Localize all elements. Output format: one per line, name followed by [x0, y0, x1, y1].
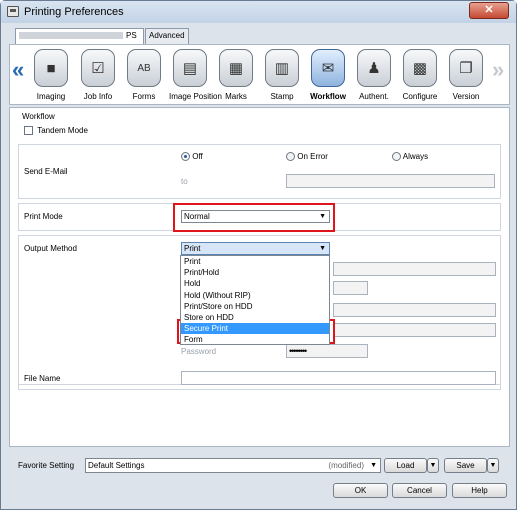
- marks-icon: ▦: [219, 49, 253, 87]
- scroll-right-icon[interactable]: »: [492, 59, 504, 81]
- toolbar-item-label: Workflow: [310, 92, 346, 101]
- file-name-group: File Name: [18, 365, 501, 390]
- workflow-icon: ✉: [311, 49, 345, 87]
- toolbar-item-label: Configure: [402, 92, 438, 101]
- favorite-setting-select[interactable]: Default Settings (modified) ▼: [85, 458, 381, 473]
- email-to-field[interactable]: [286, 174, 495, 188]
- file-name-input[interactable]: [181, 371, 496, 385]
- forms-icon: AB: [127, 49, 161, 87]
- toolbar-item-forms[interactable]: AB Forms: [123, 49, 165, 101]
- cancel-button[interactable]: Cancel: [392, 483, 447, 498]
- toolbar-item-label: Version: [452, 92, 480, 101]
- toolbar-item-workflow[interactable]: ✉ Workflow: [307, 49, 349, 101]
- toolbar-item-version[interactable]: ❐ Version: [445, 49, 487, 101]
- radio-always[interactable]: Always: [392, 152, 429, 162]
- list-item[interactable]: Hold (Without RIP): [181, 290, 329, 301]
- list-item[interactable]: Print: [181, 256, 329, 267]
- footer: Favorite Setting Default Settings (modif…: [1, 449, 516, 509]
- printing-preferences-window: Printing Preferences ✕ PS Advanced « » ■…: [0, 0, 517, 510]
- toolbar-item-label: Image Position: [169, 92, 222, 101]
- favorite-setting-label: Favorite Setting: [18, 461, 75, 470]
- tab-ps-label: PS: [126, 31, 137, 40]
- toolbar-item-image-position[interactable]: ▤ Image Position: [169, 49, 222, 101]
- radio-off-button[interactable]: [181, 152, 190, 162]
- send-email-group: Send E-Mail Off On Error Always to: [18, 144, 501, 199]
- tandem-mode-checkbox[interactable]: Tandem Mode: [24, 126, 88, 136]
- output-method-dropdown-list: Print Print/Hold Hold Hold (Without RIP)…: [180, 255, 330, 345]
- list-item[interactable]: Hold: [181, 278, 329, 289]
- list-item[interactable]: Print/Store on HDD: [181, 301, 329, 312]
- ok-button[interactable]: OK: [333, 483, 388, 498]
- toolbar-item-label: Stamp: [270, 92, 294, 101]
- radio-off[interactable]: Off: [181, 152, 203, 162]
- print-mode-highlight-box: [173, 203, 335, 232]
- toolbar-item-label: Imaging: [36, 92, 66, 101]
- tab-ps[interactable]: PS: [15, 28, 144, 45]
- tandem-mode-label: Tandem Mode: [37, 126, 88, 135]
- list-item[interactable]: Print/Hold: [181, 267, 329, 278]
- radio-always-label: Always: [402, 152, 429, 161]
- modified-indicator: (modified): [328, 461, 364, 470]
- radio-off-label: Off: [192, 152, 203, 161]
- tab-advanced-label: Advanced: [149, 31, 185, 40]
- toolbar-item-authentication[interactable]: ♟ Authent.: [353, 49, 395, 101]
- toolbar-item-stamp[interactable]: ▥ Stamp: [261, 49, 303, 101]
- printer-icon: [7, 6, 19, 17]
- list-item[interactable]: Form: [181, 334, 329, 345]
- toolbar-item-marks[interactable]: ▦ Marks: [215, 49, 257, 101]
- password-label: Password: [181, 347, 217, 356]
- output-method-label: Output Method: [24, 244, 77, 253]
- toolbar-item-job-info[interactable]: ☑ Job Info: [77, 49, 119, 101]
- version-icon: ❐: [449, 49, 483, 87]
- save-dropdown-icon[interactable]: ▼: [487, 458, 499, 473]
- job-info-icon: ☑: [81, 49, 115, 87]
- list-item[interactable]: Store on HDD: [181, 312, 329, 323]
- toolbar-item-configure[interactable]: ▩ Configure: [399, 49, 441, 101]
- authentication-icon: ♟: [357, 49, 391, 87]
- close-button[interactable]: ✕: [469, 2, 509, 19]
- output-method-select[interactable]: Print ▼: [181, 242, 330, 255]
- window-title: Printing Preferences: [24, 6, 124, 18]
- password-field[interactable]: ••••••••: [286, 344, 368, 358]
- imaging-icon: ■: [34, 49, 68, 87]
- load-dropdown-icon[interactable]: ▼: [427, 458, 439, 473]
- tab-advanced[interactable]: Advanced: [145, 28, 189, 44]
- load-button[interactable]: Load: [384, 458, 427, 473]
- stamp-icon: ▥: [265, 49, 299, 87]
- toolbar-item-label: Job Info: [83, 92, 113, 101]
- print-mode-label: Print Mode: [24, 212, 63, 221]
- save-button[interactable]: Save: [444, 458, 487, 473]
- radio-on-error[interactable]: On Error: [286, 152, 328, 162]
- category-toolbar: « » ■ Imaging ☑ Job Info AB Forms ▤ Imag…: [9, 44, 510, 105]
- scroll-left-icon[interactable]: «: [12, 59, 24, 81]
- radio-on-error-label: On Error: [297, 152, 328, 161]
- to-label: to: [181, 177, 188, 186]
- image-position-icon: ▤: [173, 49, 207, 87]
- output-field-3: [333, 303, 496, 317]
- list-item-highlighted[interactable]: Secure Print: [181, 323, 329, 335]
- output-field-2: [333, 281, 368, 295]
- toolbar-item-imaging[interactable]: ■ Imaging: [30, 49, 72, 101]
- toolbar-item-label: Forms: [132, 92, 156, 101]
- radio-on-error-button[interactable]: [286, 152, 295, 162]
- toolbar-item-label: Marks: [225, 92, 247, 101]
- favorite-setting-value: Default Settings: [88, 461, 145, 470]
- output-field-4: [333, 323, 496, 337]
- output-method-value: Print: [184, 244, 201, 253]
- title-bar: Printing Preferences ✕: [1, 1, 516, 23]
- output-field-1: [333, 262, 496, 276]
- radio-always-button[interactable]: [392, 152, 401, 162]
- checkbox-box[interactable]: [24, 126, 33, 136]
- printer-name-redacted: [19, 32, 123, 40]
- file-name-label: File Name: [24, 374, 61, 383]
- chevron-down-icon: ▼: [370, 462, 377, 469]
- help-button[interactable]: Help: [452, 483, 507, 498]
- toolbar-item-label: Authent.: [359, 92, 389, 101]
- chevron-down-icon: ▼: [319, 245, 326, 252]
- configure-icon: ▩: [403, 49, 437, 87]
- section-title: Workflow: [22, 112, 55, 121]
- send-email-label: Send E-Mail: [24, 167, 68, 176]
